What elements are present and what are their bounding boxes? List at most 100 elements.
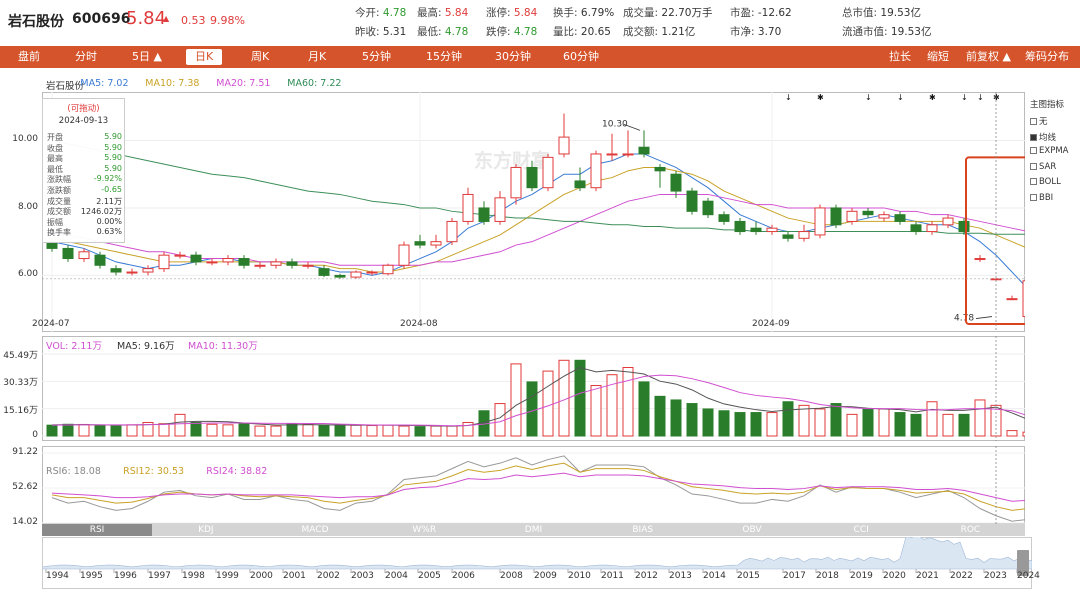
tooltip-value: -0.65 [101,185,122,194]
volume-bar [782,401,794,437]
indicator-tab-obv[interactable]: OBV [697,524,806,536]
checkbox[interactable] [1030,118,1037,125]
quote-value: -12.62 [754,7,792,19]
indicator-tab-w%r[interactable]: W%R [370,524,479,536]
candlestick [926,221,938,235]
tab-9[interactable]: 60分钟 [563,46,599,68]
tab-1[interactable]: 分时 [75,46,97,68]
tab-8[interactable]: 30分钟 [495,46,531,68]
indicator-tab-cci[interactable]: CCI [807,524,916,536]
ohlc-tooltip[interactable]: (可拖动) 2024-09-13 开盘 5.90 收盘 5.90 最高 5.90 最低 5.9… [42,98,125,243]
price-annotation: 4.78 [954,314,974,324]
tab-3[interactable]: 日K [186,49,223,65]
indicator-tab-roc[interactable]: ROC [916,524,1025,536]
tab-4[interactable]: 周K [251,46,269,68]
tooltip-key: 成交额 [47,207,71,217]
quote-value: 4.78 [441,26,469,38]
candlestick [590,150,602,192]
tooltip-key: 最高 [47,154,63,164]
indicator-tab-bias[interactable]: BIAS [588,524,697,536]
tab-right-0[interactable]: 拉长 [889,46,911,68]
quote-label: 跌停: [486,26,511,38]
candle-body [174,254,186,257]
candle-body [862,210,874,216]
candlestick [382,263,394,276]
tab-right-3[interactable]: 筹码分布 [1025,46,1069,68]
candlestick [1006,295,1018,301]
tab-7[interactable]: 15分钟 [426,46,462,68]
volume-bar [718,410,730,437]
indicator-tab-dmi[interactable]: DMI [479,524,588,536]
candle-body [318,268,330,276]
volume-bar [574,359,586,437]
quote-value: 22.70万手 [658,7,713,19]
candlestick [270,258,282,269]
tooltip-row: 成交量 2.11万 [47,196,122,206]
down-arrow-marker-icon: ↓ [897,93,904,102]
tab-right-2[interactable]: 前复权 ▲ [966,46,1011,68]
checkbox[interactable] [1030,178,1037,185]
quote-field: 昨收: 5.31 [355,24,406,39]
candle-body [942,217,954,226]
tab-5[interactable]: 月K [308,46,326,68]
candle-body [462,193,474,222]
candlestick [142,265,154,276]
quote-field: 量比: 20.65 [553,24,611,39]
volume-bar [78,423,90,437]
indicator-tab-kdj[interactable]: KDJ [151,524,260,536]
year-label: 2022 [950,571,973,581]
candlestick [958,218,970,235]
indicator-tab-rsi[interactable]: RSI [42,524,152,536]
quote-field: 市净: 3.70 [730,24,781,39]
option-label: BBI [1039,192,1054,203]
volume-bar [878,408,890,437]
checkbox[interactable] [1030,133,1037,141]
year-label: 2002 [317,571,340,581]
year-label: 1994 [46,571,69,581]
indicator-option[interactable]: 无 [1030,115,1080,131]
indicator-option[interactable]: SAR [1030,162,1080,178]
checkbox[interactable] [1030,162,1037,170]
candle-body [302,264,314,267]
candle-body [382,264,394,275]
year-label: 2009 [534,571,557,581]
candle-body [270,261,282,266]
indicator-option[interactable]: BBI [1030,193,1080,209]
volume-bar [510,363,522,437]
volume-bar [590,385,602,437]
candlestick [558,113,570,158]
checkbox[interactable] [1030,147,1037,154]
candle-body [414,241,426,246]
volume-bar [654,395,666,437]
candle-body [750,227,762,233]
volume-bar [110,425,122,437]
legend-item: MA20: 7.51 [216,78,271,89]
tab-0[interactable]: 盘前 [18,46,40,68]
candle-body [286,261,298,266]
ma-line-ma60 [51,139,1025,235]
date-tick-label: 2024-09 [752,319,790,329]
indicator-option[interactable]: BOLL [1030,177,1080,193]
quote-field: 涨停: 5.84 [486,5,537,20]
candlestick [574,167,586,192]
candlestick [734,218,746,235]
candlestick [190,251,202,266]
candlestick [126,268,138,276]
tooltip-row: 最高 5.90 [47,153,122,163]
indicator-option[interactable]: EXPMA [1030,146,1080,162]
candlestick [462,187,474,225]
candlestick [622,130,634,158]
tab-6[interactable]: 5分钟 [362,46,391,68]
candlestick [414,234,426,249]
checkbox[interactable] [1030,193,1037,201]
volume-bar [750,412,762,437]
tab-right-1[interactable]: 缩短 [927,46,949,68]
candlestick [910,221,922,235]
candlestick [478,201,490,225]
indicator-option[interactable]: 均线 [1030,131,1080,147]
candle-body [622,153,634,156]
sidebar-title: 主图指标 [1030,100,1065,110]
tab-2[interactable]: 5日 ▲ [132,46,162,68]
tooltip-value: 5.90 [104,163,122,173]
indicator-tab-macd[interactable]: MACD [260,524,369,536]
